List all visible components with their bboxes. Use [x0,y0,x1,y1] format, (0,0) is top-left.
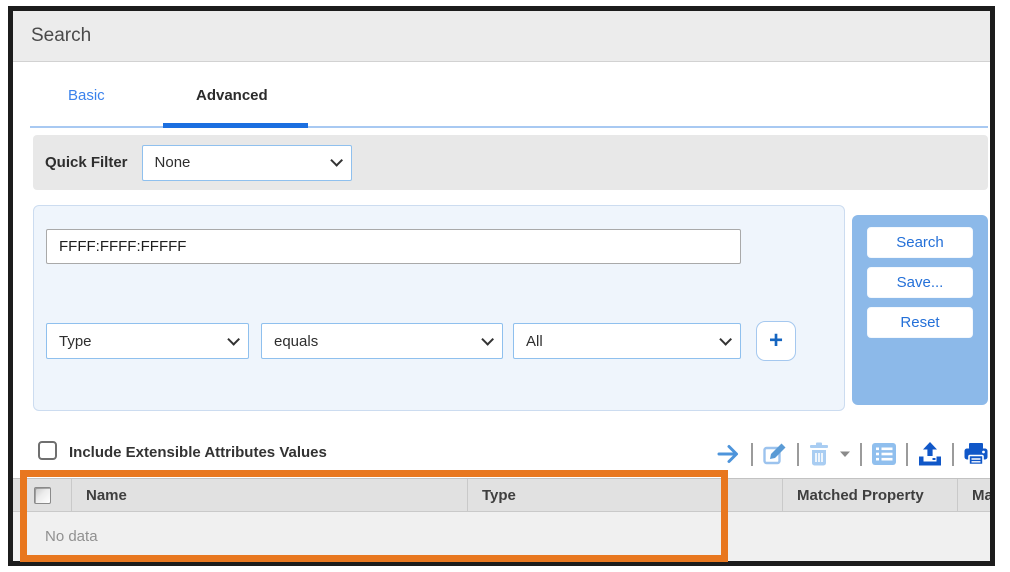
select-all-checkbox[interactable] [33,486,51,504]
delete-dropdown-caret-icon[interactable] [839,450,851,458]
plus-icon: + [768,327,783,354]
toolbar-separator [860,442,862,466]
quick-filter-label: Quick Filter [45,154,128,171]
print-icon[interactable] [963,442,989,466]
search-query-input[interactable] [46,229,741,264]
toolbar-separator [906,442,908,466]
chevron-down-icon [481,332,494,346]
dialog-titlebar: Search [13,11,990,62]
upload-icon[interactable] [917,441,943,467]
search-button[interactable]: Search [867,227,973,258]
no-data-text: No data [45,528,98,545]
include-ea-checkbox[interactable] [38,441,57,460]
table-columns-icon[interactable] [871,442,897,466]
column-header-type[interactable]: Type [468,479,783,511]
edit-icon[interactable] [762,441,788,467]
select-all-cell [13,479,72,511]
field-select[interactable]: Type [46,323,249,359]
tab-basic[interactable]: Basic [68,87,105,104]
page-title: Search [31,25,92,46]
value-select[interactable]: All [513,323,741,359]
search-builder-panel: Type equals All + [33,205,845,411]
add-condition-button[interactable]: + [756,321,796,361]
results-table-header: Name Type Matched Property Mat [13,478,990,512]
quick-filter-bar: Quick Filter None [33,135,988,190]
quick-filter-selected-value: None [154,154,191,171]
chevron-down-icon [329,154,343,167]
table-empty-row: No data [13,512,990,561]
include-ea-label: Include Extensible Attributes Values [69,444,327,461]
toolbar-separator [952,442,954,466]
column-header-matched-value-truncated[interactable]: Mat [958,479,990,511]
chevron-down-icon [719,332,732,346]
condition-row: Type equals All + [34,321,844,361]
reset-button[interactable]: Reset [867,307,973,338]
toolbar-separator [797,442,799,466]
search-dialog-window: Search Basic Advanced Quick Filter None … [8,6,995,566]
save-button[interactable]: Save... [867,267,973,298]
column-header-matched-property[interactable]: Matched Property [783,479,958,511]
actions-panel: Search Save... Reset [852,215,988,405]
tab-active-indicator [163,123,308,128]
quick-filter-select[interactable]: None [141,144,352,181]
delete-icon[interactable] [808,442,830,466]
tab-bar: Basic Advanced [13,63,990,127]
value-selected-value: All [526,332,543,350]
toolbar-separator [751,442,753,466]
results-toolbar [716,432,989,476]
operator-select[interactable]: equals [261,323,503,359]
field-selected-value: Type [59,332,92,350]
apply-arrow-icon[interactable] [716,442,742,466]
tab-advanced[interactable]: Advanced [196,87,268,104]
operator-selected-value: equals [274,332,319,350]
column-header-name[interactable]: Name [72,479,468,511]
chevron-down-icon [227,332,240,346]
